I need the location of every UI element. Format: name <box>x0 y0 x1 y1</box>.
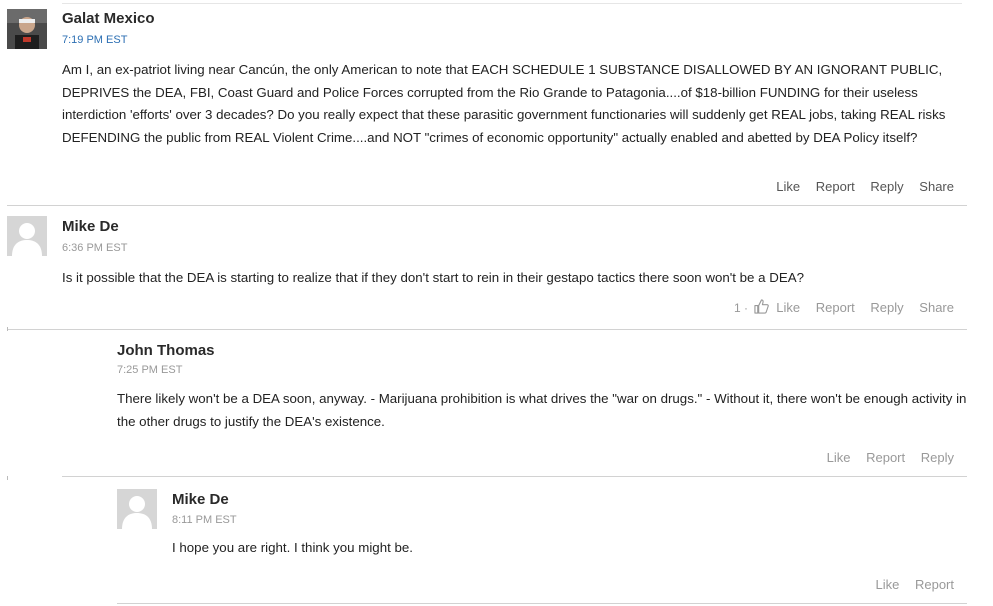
comment-timestamp[interactable]: 8:11 PM EST <box>172 514 237 526</box>
report-button[interactable]: Report <box>915 577 954 592</box>
reply-button[interactable]: Reply <box>921 450 954 465</box>
share-button[interactable]: Share <box>919 179 954 194</box>
avatar[interactable] <box>7 216 47 256</box>
user-photo-icon <box>7 9 47 49</box>
comment-separator <box>117 603 967 604</box>
like-count: 1 · <box>734 301 749 315</box>
default-avatar-icon <box>7 216 47 256</box>
report-button[interactable]: Report <box>816 300 855 315</box>
comment-actions: Like Report Reply Share <box>764 179 954 194</box>
reply-button[interactable]: Reply <box>870 300 903 315</box>
like-button[interactable]: Like <box>776 179 800 194</box>
report-button[interactable]: Report <box>866 450 905 465</box>
top-separator <box>62 3 962 4</box>
comment-timestamp[interactable]: 7:19 PM EST <box>62 34 127 46</box>
comment-author[interactable]: Galat Mexico <box>62 10 155 27</box>
comment-author[interactable]: Mike De <box>62 218 119 235</box>
comment-body: There likely won't be a DEA soon, anyway… <box>117 391 967 429</box>
comment-author[interactable]: Mike De <box>172 491 229 508</box>
comment-separator <box>7 329 967 330</box>
avatar[interactable] <box>7 9 47 49</box>
report-button[interactable]: Report <box>816 179 855 194</box>
thread-line <box>7 476 8 480</box>
comment-separator <box>62 476 967 477</box>
comment-actions: Like Report Reply <box>815 450 954 465</box>
share-button[interactable]: Share <box>919 300 954 315</box>
default-avatar-icon <box>117 489 157 529</box>
like-button[interactable]: Like <box>776 300 800 315</box>
comment-actions: 1 · Like Report Reply Share <box>734 299 954 317</box>
reply-button[interactable]: Reply <box>870 179 903 194</box>
like-button[interactable]: Like <box>827 450 851 465</box>
like-button[interactable]: Like <box>875 577 899 592</box>
thread-line <box>7 327 8 331</box>
comment-body: I hope you are right. I think you might … <box>172 540 413 555</box>
comment-author[interactable]: John Thomas <box>117 342 215 359</box>
comment-body: Is it possible that the DEA is starting … <box>62 270 804 285</box>
comment-actions: Like Report <box>863 577 954 592</box>
thumbs-up-icon[interactable] <box>754 299 769 317</box>
comment-timestamp[interactable]: 6:36 PM EST <box>62 242 127 254</box>
avatar[interactable] <box>117 489 157 529</box>
comment-timestamp[interactable]: 7:25 PM EST <box>117 364 182 376</box>
comment-separator <box>7 205 967 206</box>
comment-body: Am I, an ex-patriot living near Cancún, … <box>62 62 946 145</box>
